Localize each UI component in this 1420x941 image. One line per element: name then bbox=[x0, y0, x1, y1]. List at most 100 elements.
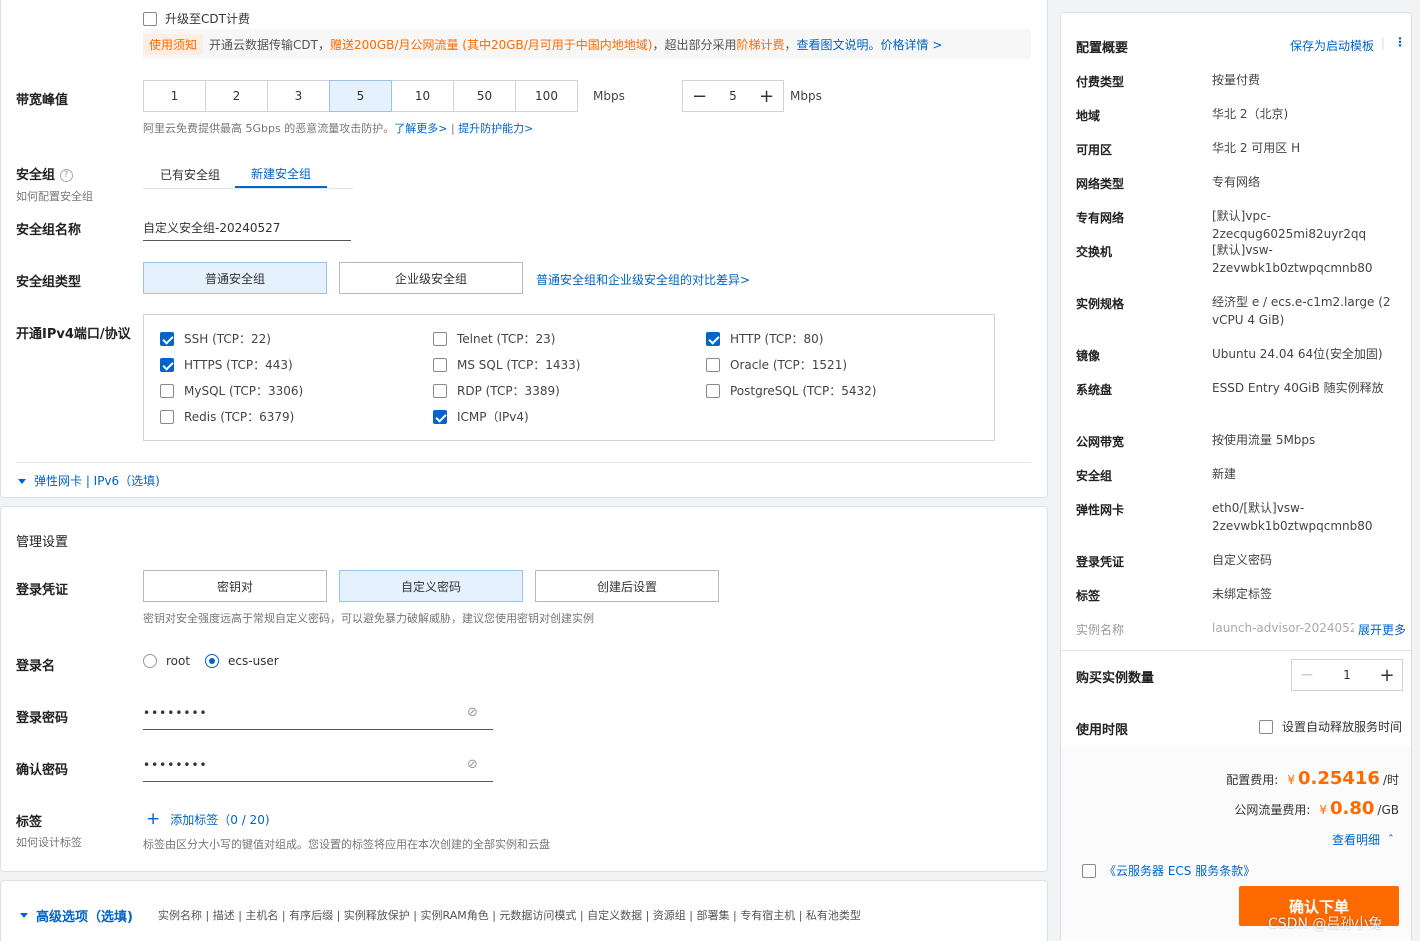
port-checkbox-7[interactable]: RDP (TCP：3389) bbox=[433, 382, 560, 399]
login-after-create-button[interactable]: 创建后设置 bbox=[535, 570, 719, 602]
port-checkbox-box[interactable] bbox=[433, 383, 447, 398]
stepper-plus-button[interactable]: + bbox=[750, 81, 783, 111]
config-fee: 配置费用: ¥ 0.25416 /时 bbox=[1226, 768, 1399, 789]
port-checkbox-9[interactable]: Redis (TCP：6379) bbox=[160, 408, 294, 425]
port-checkbox-4[interactable]: MS SQL (TCP：1433) bbox=[433, 356, 581, 373]
summary-key: 地域 bbox=[1076, 109, 1101, 123]
tab-divider bbox=[143, 188, 353, 189]
eye-off-icon[interactable]: ⊘ bbox=[467, 705, 478, 720]
port-label: ICMP（IPv4) bbox=[457, 410, 529, 424]
port-checkbox-0[interactable]: SSH (TCP：22) bbox=[160, 330, 271, 347]
expand-more-link[interactable]: 展开更多 bbox=[1354, 621, 1407, 638]
terms-checkbox[interactable]: 《云服务器 ECS 服务条款》 bbox=[1082, 862, 1255, 879]
instance-name-value: launch-advisor-20240527 bbox=[1212, 621, 1366, 635]
terms-link[interactable]: 《云服务器 ECS 服务条款》 bbox=[1104, 862, 1255, 879]
bandwidth-option-1[interactable]: 1 bbox=[143, 80, 206, 112]
summary-value: 华北 2（北京) bbox=[1212, 107, 1289, 121]
quantity-plus-button[interactable]: + bbox=[1372, 665, 1402, 686]
sg-type-normal-button[interactable]: 普通安全组 bbox=[143, 262, 327, 294]
login-hint: 密钥对安全强度远高于常规自定义密码，可以避免暴力破解威胁，建议您使用密钥对创建实… bbox=[143, 612, 594, 625]
summary-value: [默认]vsw-2zevwbk1b0ztwpqcmnb80 bbox=[1212, 243, 1373, 275]
port-checkbox-box[interactable] bbox=[160, 409, 174, 424]
tag-label: 标签 bbox=[16, 815, 43, 830]
radio-ecs-user-circle[interactable] bbox=[205, 654, 219, 668]
tag-help[interactable]: 如何设计标签 bbox=[16, 834, 82, 850]
question-circle-icon[interactable]: ? bbox=[59, 169, 73, 182]
notice-text-3: ，超出部分采用 bbox=[652, 37, 737, 52]
summary-value: 自定义密码 bbox=[1212, 553, 1273, 567]
watermark: CSDN @吕孙小兔 bbox=[1268, 916, 1383, 932]
tab-existing-security-group[interactable]: 已有安全组 bbox=[147, 160, 233, 188]
bandwidth-option-5[interactable]: 5 bbox=[329, 80, 392, 112]
eye-off-icon[interactable]: ⊘ bbox=[467, 757, 478, 772]
radio-root[interactable]: root bbox=[143, 654, 190, 668]
view-detail-link[interactable]: 查看明细 ˆ bbox=[1332, 831, 1394, 848]
add-tag-button[interactable]: + 添加标签（0 / 20) bbox=[146, 809, 270, 829]
bandwidth-option-10[interactable]: 10 bbox=[391, 80, 454, 112]
port-checkbox-5[interactable]: Oracle (TCP：1521) bbox=[706, 356, 847, 373]
chevron-up-icon: ˆ bbox=[1387, 833, 1394, 847]
ddos-learn-more-link[interactable]: 了解更多> bbox=[394, 122, 447, 135]
security-group-help[interactable]: 如何配置安全组 bbox=[16, 188, 93, 204]
eni-toggle[interactable]: 弹性网卡 | IPv6（选填) bbox=[18, 472, 160, 489]
port-checkbox-1[interactable]: Telnet (TCP：23) bbox=[433, 330, 555, 347]
radio-ecs-user[interactable]: ecs-user bbox=[205, 654, 279, 668]
port-label: RDP (TCP：3389) bbox=[457, 384, 560, 398]
port-checkbox-3[interactable]: HTTPS (TCP：443) bbox=[160, 356, 293, 373]
port-checkbox-box[interactable] bbox=[706, 357, 720, 372]
ddos-upgrade-link[interactable]: 提升防护能力> bbox=[458, 122, 533, 135]
traffic-fee-currency: ¥ bbox=[1319, 803, 1327, 817]
summary-key: 弹性网卡 bbox=[1076, 503, 1125, 517]
radio-root-circle[interactable] bbox=[143, 654, 157, 668]
terms-box[interactable] bbox=[1082, 863, 1096, 878]
sg-compare-link[interactable]: 普通安全组和企业级安全组的对比差异> bbox=[536, 271, 750, 288]
port-checkbox-6[interactable]: MySQL (TCP：3306) bbox=[160, 382, 303, 399]
bandwidth-label: 带宽峰值 bbox=[16, 93, 69, 108]
auto-release-checkbox[interactable]: 设置自动释放服务时间 bbox=[1259, 718, 1402, 735]
port-checkbox-2[interactable]: HTTP (TCP：80) bbox=[706, 330, 823, 347]
confirm-password-input[interactable]: •••••••• bbox=[143, 758, 208, 772]
port-checkbox-box[interactable] bbox=[706, 383, 720, 398]
port-checkbox-box[interactable] bbox=[160, 383, 174, 398]
cdt-checkbox-box[interactable] bbox=[143, 11, 157, 26]
port-checkbox-box[interactable] bbox=[433, 409, 447, 424]
sg-type-enterprise-button[interactable]: 企业级安全组 bbox=[339, 262, 523, 294]
port-checkbox-8[interactable]: PostgreSQL (TCP：5432) bbox=[706, 382, 877, 399]
bandwidth-option-50[interactable]: 50 bbox=[453, 80, 516, 112]
quantity-value[interactable]: 1 bbox=[1322, 668, 1372, 682]
notice-text-5: ， bbox=[784, 37, 797, 52]
notice-link-guide[interactable]: 查看图文说明。 bbox=[797, 36, 881, 53]
bandwidth-option-100[interactable]: 100 bbox=[515, 80, 578, 112]
eni-divider bbox=[16, 462, 1031, 463]
port-label: Telnet (TCP：23) bbox=[457, 332, 556, 346]
advanced-items: 实例名称 | 描述 | 主机名 | 有序后缀 | 实例释放保护 | 实例RAM角… bbox=[158, 909, 861, 922]
advanced-toggle[interactable]: 高级选项（选填) bbox=[20, 906, 133, 925]
traffic-fee-unit: /GB bbox=[1377, 803, 1399, 817]
tab-new-security-group[interactable]: 新建安全组 bbox=[235, 160, 327, 188]
summary-value: 经济型 e / ecs.e-c1m2.large (2 vCPU 4 GiB) bbox=[1212, 295, 1391, 327]
port-checkbox-box[interactable] bbox=[433, 331, 447, 346]
notice-link-price[interactable]: 价格详情 > bbox=[881, 36, 943, 53]
password-input[interactable]: •••••••• bbox=[143, 706, 208, 720]
quantity-minus-button[interactable]: − bbox=[1292, 665, 1322, 685]
save-template-link[interactable]: 保存为启动模板 bbox=[1290, 37, 1374, 54]
summary-value: Ubuntu 24.04 64位(安全加固) bbox=[1212, 347, 1383, 361]
login-custom-password-button[interactable]: 自定义密码 bbox=[339, 570, 523, 602]
notice-text-4: 阶梯计费 bbox=[736, 37, 785, 52]
cdt-checkbox-label: 升级至CDT计费 bbox=[165, 12, 250, 26]
stepper-minus-button[interactable]: − bbox=[683, 81, 716, 111]
port-checkbox-box[interactable] bbox=[160, 331, 174, 346]
cdt-checkbox[interactable]: 升级至CDT计费 bbox=[143, 10, 250, 27]
login-keypair-button[interactable]: 密钥对 bbox=[143, 570, 327, 602]
port-checkbox-box[interactable] bbox=[706, 331, 720, 346]
bandwidth-option-2[interactable]: 2 bbox=[205, 80, 268, 112]
sg-name-input[interactable]: 自定义安全组-20240527 bbox=[143, 219, 280, 236]
bandwidth-option-3[interactable]: 3 bbox=[267, 80, 330, 112]
more-vertical-icon[interactable]: ⋮ bbox=[1394, 35, 1406, 49]
stepper-value[interactable]: 5 bbox=[716, 89, 750, 103]
port-checkbox-10[interactable]: ICMP（IPv4) bbox=[433, 408, 529, 425]
auto-release-box[interactable] bbox=[1259, 719, 1273, 734]
port-checkbox-box[interactable] bbox=[160, 357, 174, 372]
caret-down-icon bbox=[18, 479, 26, 484]
port-checkbox-box[interactable] bbox=[433, 357, 447, 372]
